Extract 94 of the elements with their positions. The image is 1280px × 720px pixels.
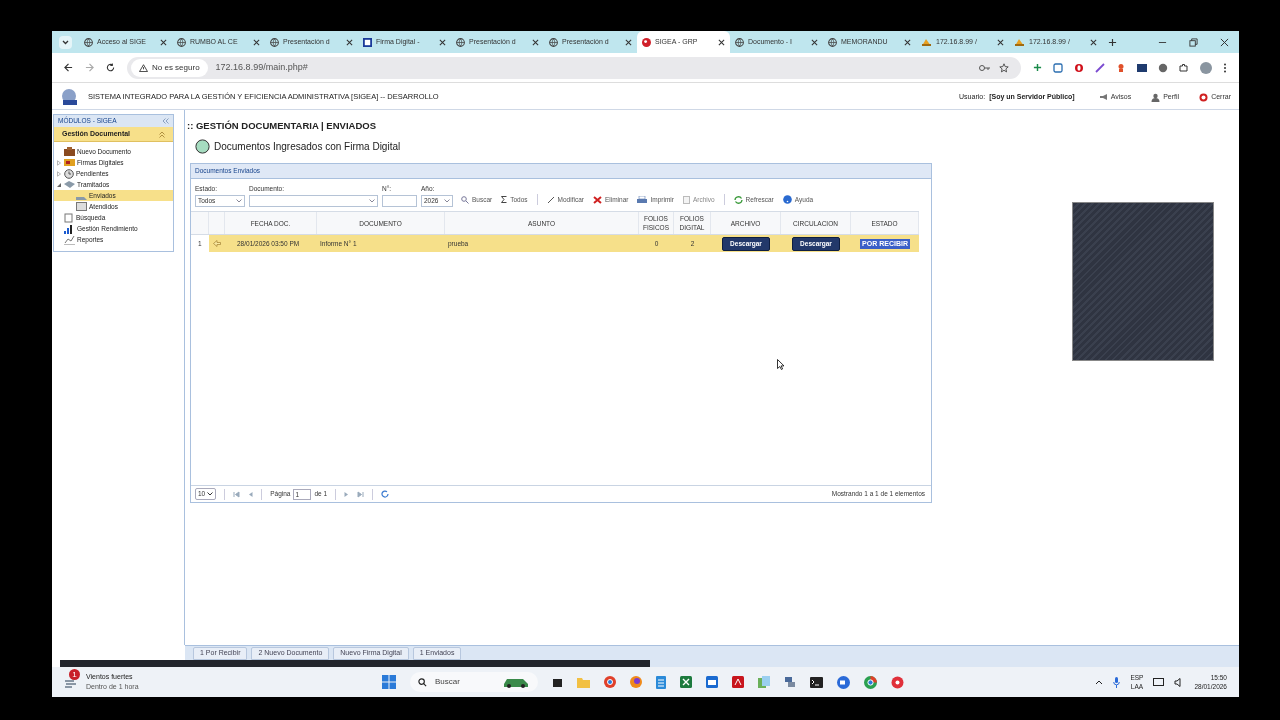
- badge-icon: [64, 158, 75, 167]
- close-icon[interactable]: [346, 38, 353, 46]
- puzzle-icon[interactable]: [1179, 62, 1189, 73]
- menu-icon[interactable]: [1223, 62, 1227, 73]
- cursor-icon: [777, 359, 785, 370]
- notification-badge: 1: [69, 669, 80, 680]
- plus-icon[interactable]: [1033, 63, 1042, 72]
- terminal-icon[interactable]: [810, 676, 823, 688]
- tab-logo-icon: [642, 37, 651, 47]
- globe-icon: [84, 37, 93, 47]
- extension-icon[interactable]: [1158, 62, 1168, 73]
- window-icon: [76, 202, 87, 211]
- chevron-down-icon: [236, 199, 242, 204]
- status-circle-icon: [195, 139, 210, 155]
- globe-icon: [828, 37, 837, 47]
- star-icon[interactable]: [999, 62, 1009, 73]
- power-icon: [1199, 92, 1209, 102]
- page-icon: [64, 212, 74, 223]
- logo-icon: [60, 88, 80, 106]
- browser-icon[interactable]: [630, 676, 642, 688]
- taskbar-search[interactable]: Buscar: [410, 672, 538, 692]
- spreadsheet-icon[interactable]: [680, 676, 692, 688]
- refresh-icon[interactable]: [381, 490, 390, 499]
- profile-avatar-icon[interactable]: [1200, 61, 1212, 74]
- input-field[interactable]: [382, 195, 417, 208]
- sigma-icon: [501, 196, 508, 204]
- close-icon[interactable]: [1090, 38, 1097, 46]
- pdf-icon[interactable]: [732, 676, 744, 688]
- back-icon[interactable]: [64, 63, 73, 72]
- page-subtitle: Documentos Ingresados con Firma Digital: [214, 140, 401, 155]
- close-icon[interactable]: [997, 38, 1004, 46]
- close-icon[interactable]: [532, 38, 539, 46]
- microphone-icon[interactable]: [1113, 676, 1121, 688]
- search-icon: [461, 195, 469, 204]
- search-icon: [418, 677, 427, 687]
- expanded-icon[interactable]: [56, 181, 62, 188]
- printer-icon: [637, 195, 648, 204]
- chevron-down-icon: [207, 492, 214, 497]
- close-icon[interactable]: [253, 38, 260, 46]
- video-call-icon[interactable]: [837, 675, 850, 689]
- windows-start-icon[interactable]: [382, 675, 396, 689]
- arrow-icon: [213, 240, 221, 248]
- extension-icon[interactable]: [1074, 62, 1084, 73]
- clock-icon: [64, 168, 74, 179]
- pencil-icon: [546, 195, 555, 204]
- monitor-icon[interactable]: [1153, 677, 1165, 687]
- document-icon: [363, 37, 372, 47]
- page-title: :: GESTIÓN DOCUMENTARIA | ENVIADOS: [187, 119, 377, 133]
- chevron-up-icon[interactable]: [1095, 679, 1104, 685]
- tab-list-icon[interactable]: [59, 35, 72, 49]
- address-bar[interactable]: No es seguro 172.16.8.99/main.php#: [127, 56, 1021, 79]
- car-icon: [502, 676, 530, 688]
- restore-icon[interactable]: [1189, 37, 1198, 47]
- browser-icon[interactable]: [604, 676, 616, 688]
- globe-icon: [270, 37, 279, 47]
- line-chart-icon: [64, 234, 75, 245]
- mail-icon[interactable]: [706, 676, 718, 688]
- close-icon[interactable]: [625, 38, 632, 46]
- globe-icon: [456, 37, 465, 47]
- chevron-down-icon: [444, 199, 450, 204]
- user-icon: [1151, 92, 1161, 102]
- extension-icon[interactable]: [1137, 62, 1147, 73]
- network-icon[interactable]: [784, 676, 796, 688]
- not-secure-chip[interactable]: No es seguro: [131, 58, 208, 77]
- globe-icon: [549, 37, 558, 47]
- close-icon[interactable]: [811, 38, 818, 46]
- close-icon[interactable]: [439, 38, 446, 46]
- task-view-icon[interactable]: [552, 676, 563, 688]
- close-icon[interactable]: [718, 38, 725, 46]
- reload-icon[interactable]: [106, 63, 115, 72]
- new-tab-icon[interactable]: [1108, 37, 1117, 47]
- help-icon: [782, 195, 792, 205]
- close-icon[interactable]: [160, 38, 167, 46]
- close-icon[interactable]: [1220, 37, 1229, 47]
- chevron-down-icon: [369, 199, 375, 204]
- globe-icon: [177, 37, 186, 47]
- key-icon[interactable]: [979, 63, 991, 72]
- warning-icon: [139, 63, 148, 72]
- sailboat-icon: [921, 37, 932, 47]
- close-icon[interactable]: [904, 38, 911, 46]
- browser-icon[interactable]: [864, 675, 877, 689]
- url-text: 172.16.8.99/main.php#: [215, 60, 308, 74]
- sailboat-icon: [1014, 37, 1025, 47]
- megaphone-icon: [1098, 93, 1108, 101]
- refresh-icon: [733, 195, 743, 204]
- bar-chart-icon: [64, 223, 75, 234]
- pen-icon[interactable]: [1095, 62, 1105, 73]
- app-icon[interactable]: [891, 675, 904, 689]
- globe-icon: [735, 37, 744, 47]
- briefcase-icon: [64, 147, 75, 156]
- delete-icon: [592, 195, 602, 204]
- file-icon: [682, 195, 690, 204]
- extension-icon[interactable]: [1053, 62, 1063, 73]
- notepad-icon[interactable]: [656, 675, 666, 689]
